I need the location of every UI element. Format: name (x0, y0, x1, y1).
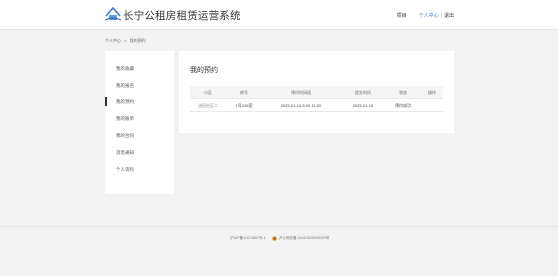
nav-logout-link[interactable]: 退出 (444, 12, 454, 19)
footer: 沪ICP备11014887号-1 沪公网安备 31010502005033号 (0, 226, 558, 276)
main-panel: 我的预约 小区 房号 预约时间段 提交时间 状态 操作 油田社区二 1号245室… (179, 51, 454, 133)
icp-link[interactable]: 沪ICP备11014887号-1 (230, 236, 266, 241)
sidebar-item-label: 我的账单 (116, 116, 134, 121)
sidebar-item-label: 个人资料 (116, 167, 134, 172)
column-header-slot: 预约时间段 (291, 90, 311, 95)
column-header-room: 房号 (240, 90, 248, 95)
breadcrumb: 个人中心 > 我的预约 (105, 38, 146, 44)
sidebar-item-bills[interactable]: 我的账单 (105, 114, 174, 124)
nav-separator: | (440, 12, 442, 19)
sidebar-item-profile[interactable]: 个人资料 (105, 165, 174, 175)
column-header-action: 操作 (428, 90, 436, 95)
nav-home-link[interactable]: 项目 (397, 12, 407, 19)
table-header-row: 小区 房号 预约时间段 提交时间 状态 操作 (190, 86, 443, 99)
sidebar-item-registrations[interactable]: 我的报名 (105, 81, 174, 91)
police-badge-icon (271, 236, 277, 241)
sidebar-item-label: 我的收藏 (116, 66, 134, 71)
police-record-link[interactable]: 沪公网安备 31010502005033号 (279, 236, 330, 241)
site-title[interactable]: 长宁公租房租赁运营系统 (123, 8, 241, 23)
sidebar-item-appointments[interactable]: 我的预约 (105, 97, 174, 107)
footer-info: 沪ICP备11014887号-1 沪公网安备 31010502005033号 (230, 236, 329, 241)
status-cell: 预约成功 (395, 103, 411, 108)
breadcrumb-parent[interactable]: 个人中心 (105, 38, 121, 43)
slot-cell: 2025-01-16 8:00-11:00 (280, 103, 322, 108)
sidebar-item-label: 我的报名 (116, 83, 134, 88)
column-header-submitted: 提交时间 (355, 90, 371, 95)
logo-icon[interactable] (105, 6, 121, 21)
sidebar: 我的收藏 我的报名 我的预约 我的账单 我的合同 消息通知 个人资料 (105, 51, 174, 194)
sidebar-item-label: 消息通知 (116, 150, 134, 155)
breadcrumb-current: 我的预约 (129, 38, 146, 43)
sidebar-item-notifications[interactable]: 消息通知 (105, 148, 174, 158)
column-header-status: 状态 (399, 90, 407, 95)
sidebar-item-favorites[interactable]: 我的收藏 (105, 64, 174, 74)
top-nav: 项目 个人中心 | 退出 (397, 12, 454, 20)
sidebar-item-contracts[interactable]: 我的合同 (105, 131, 174, 141)
appointments-table: 小区 房号 预约时间段 提交时间 状态 操作 油田社区二 1号245室 2025… (190, 86, 443, 112)
community-cell[interactable]: 油田社区二 (198, 103, 218, 109)
submitted-cell: 2025-01-15 (352, 103, 374, 108)
nav-personal-center-link[interactable]: 个人中心 (419, 12, 439, 19)
sidebar-item-label: 我的预约 (116, 99, 134, 104)
table-row: 油田社区二 1号245室 2025-01-16 8:00-11:00 2025-… (190, 99, 443, 112)
breadcrumb-arrow: > (124, 38, 127, 43)
column-header-community: 小区 (204, 90, 212, 95)
top-header: 长宁公租房租赁运营系统 项目 个人中心 | 退出 (0, 0, 558, 30)
room-cell: 1号245室 (235, 103, 253, 108)
page-title: 我的预约 (190, 67, 218, 74)
sidebar-item-label: 我的合同 (116, 133, 134, 138)
